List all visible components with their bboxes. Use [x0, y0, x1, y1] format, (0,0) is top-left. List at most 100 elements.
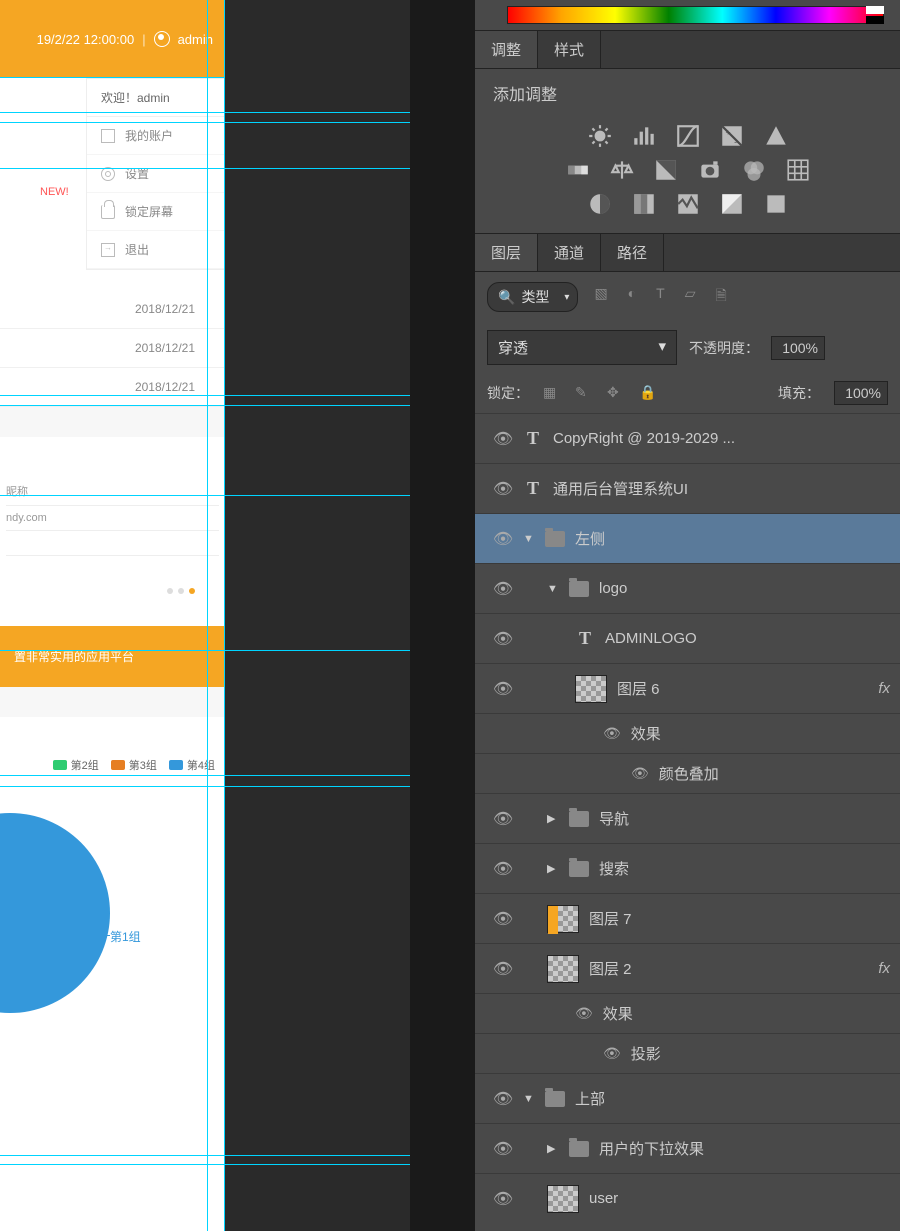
input-domain[interactable]: ndy.com [6, 506, 219, 531]
brightness-icon[interactable] [587, 123, 613, 145]
visibility-toggle[interactable]: 👁 [483, 959, 523, 979]
layer-row[interactable]: 👁user [475, 1173, 900, 1223]
visibility-toggle[interactable]: 👁 [483, 529, 523, 549]
tab-paths[interactable]: 路径 [601, 234, 664, 271]
effect-visibility-icon[interactable]: 👁 [603, 725, 621, 742]
lock-transparency-icon[interactable]: ▦ [543, 384, 561, 402]
balance-icon[interactable] [609, 157, 635, 179]
pagination-dot[interactable] [178, 588, 184, 594]
fx-badge[interactable]: fx [878, 680, 890, 697]
channel-mixer-icon[interactable] [741, 157, 767, 179]
threshold-icon[interactable] [675, 191, 701, 213]
dropdown-exit[interactable]: 退出 [87, 231, 224, 269]
layer-row[interactable]: 👁颜色叠加 [475, 753, 900, 793]
filter-smart-icon[interactable]: 🗎 [715, 285, 726, 309]
lock-paint-icon[interactable]: ✎ [575, 384, 593, 402]
curves-icon[interactable] [675, 123, 701, 145]
effect-visibility-icon[interactable]: 👁 [575, 1005, 593, 1022]
fill-value[interactable]: 100% [834, 381, 888, 405]
hue-icon[interactable] [565, 157, 591, 179]
layer-row[interactable]: 👁▼上部 [475, 1073, 900, 1123]
chart-section: 第2组 第3组 第4组 第1组 [0, 717, 225, 1083]
layer-content: 👁投影 [523, 1043, 900, 1064]
effect-visibility-icon[interactable]: 👁 [631, 765, 649, 782]
vibrance-icon[interactable] [763, 123, 789, 145]
layer-row[interactable]: 👁 图层 6 fx [475, 663, 900, 713]
layer-row[interactable]: 👁▶搜索 [475, 843, 900, 893]
disclosure-triangle[interactable]: ▶ [547, 862, 559, 875]
layer-row[interactable]: 👁效果 [475, 993, 900, 1033]
tab-channels[interactable]: 通道 [538, 234, 601, 271]
blend-mode-value: 穿透 [498, 337, 528, 358]
type-layer-icon: T [575, 628, 595, 649]
bw-icon[interactable] [653, 157, 679, 179]
tab-adjustments[interactable]: 调整 [475, 31, 538, 68]
layer-row[interactable]: 👁▼左侧 [475, 513, 900, 563]
selective-color-icon[interactable] [763, 191, 789, 213]
color-lookup-icon[interactable] [785, 157, 811, 179]
layer-row[interactable]: 👁TCopyRight @ 2019-2029 ... [475, 413, 900, 463]
pagination-dot-active[interactable] [189, 588, 195, 594]
date-row: 2018/12/21 [0, 329, 225, 368]
visibility-toggle[interactable]: 👁 [483, 1139, 523, 1159]
tab-layers[interactable]: 图层 [475, 234, 538, 271]
gradient-map-icon[interactable] [719, 191, 745, 213]
exposure-icon[interactable]: +- [719, 123, 745, 145]
disclosure-triangle[interactable]: ▼ [523, 533, 535, 545]
layer-row[interactable]: 👁图层 2fx [475, 943, 900, 993]
fx-badge[interactable]: fx [878, 960, 890, 977]
visibility-toggle[interactable]: 👁 [483, 859, 523, 879]
photo-filter-icon[interactable] [697, 157, 723, 179]
visibility-toggle[interactable]: 👁 [483, 629, 523, 649]
visibility-toggle[interactable]: 👁 [483, 579, 523, 599]
color-spectrum[interactable] [507, 6, 884, 24]
layer-content: ▶用户的下拉效果 [523, 1138, 900, 1159]
pagination-dot[interactable] [167, 588, 173, 594]
visibility-toggle[interactable]: 👁 [483, 429, 523, 449]
dropdown-settings[interactable]: 设置 [87, 155, 224, 193]
tab-styles[interactable]: 样式 [538, 31, 601, 68]
layer-row[interactable]: 👁效果 [475, 713, 900, 753]
filter-adjustment-icon[interactable]: ◐ [628, 285, 636, 309]
folder-icon [569, 861, 589, 877]
blend-mode-select[interactable]: 穿透▾ [487, 330, 677, 365]
visibility-toggle[interactable]: 👁 [483, 909, 523, 929]
visibility-toggle[interactable]: 👁 [483, 1089, 523, 1109]
disclosure-triangle[interactable]: ▶ [547, 1142, 559, 1155]
layer-row[interactable]: 👁▼logo [475, 563, 900, 613]
dropdown-lock[interactable]: 锁定屏幕 [87, 193, 224, 231]
lock-position-icon[interactable]: ✥ [607, 384, 625, 402]
layer-row[interactable]: 👁投影 [475, 1033, 900, 1073]
effect-visibility-icon[interactable]: 👁 [603, 1045, 621, 1062]
filter-type-select[interactable]: 🔍 类型 [487, 282, 578, 312]
layer-row[interactable]: 👁TADMINLOGO [475, 613, 900, 663]
layer-row[interactable]: 👁T通用后台管理系统UI [475, 463, 900, 513]
filter-shape-icon[interactable]: ▱ [685, 285, 696, 309]
disclosure-triangle[interactable]: ▼ [523, 1093, 535, 1105]
search-icon: 🔍 [498, 289, 515, 306]
visibility-toggle[interactable]: 👁 [483, 679, 523, 699]
input-blank[interactable] [6, 531, 219, 556]
disclosure-triangle[interactable]: ▼ [547, 583, 559, 595]
disclosure-triangle[interactable]: ▶ [547, 812, 559, 825]
levels-icon[interactable] [631, 123, 657, 145]
pie-leader-line [90, 935, 110, 936]
layer-row[interactable]: 👁图层 7 [475, 893, 900, 943]
guide-line [0, 77, 225, 78]
layer-content: ▶搜索 [523, 858, 900, 879]
guide-line [0, 775, 410, 776]
filter-type-icon[interactable]: T [656, 285, 665, 309]
posterize-icon[interactable] [631, 191, 657, 213]
filter-pixel-icon[interactable]: ▧ [594, 285, 607, 309]
opacity-value[interactable]: 100% [771, 336, 825, 360]
visibility-toggle[interactable]: 👁 [483, 809, 523, 829]
visibility-toggle[interactable]: 👁 [483, 1189, 523, 1209]
input-nickname[interactable]: 昵称 [6, 477, 219, 506]
visibility-toggle[interactable]: 👁 [483, 479, 523, 499]
pie-chart: 第1组 [10, 793, 215, 1073]
layer-name: 图层 6 [617, 678, 660, 699]
lock-all-icon[interactable]: 🔒 [639, 384, 657, 402]
layer-row[interactable]: 👁▶导航 [475, 793, 900, 843]
invert-icon[interactable] [587, 191, 613, 213]
layer-row[interactable]: 👁▶用户的下拉效果 [475, 1123, 900, 1173]
